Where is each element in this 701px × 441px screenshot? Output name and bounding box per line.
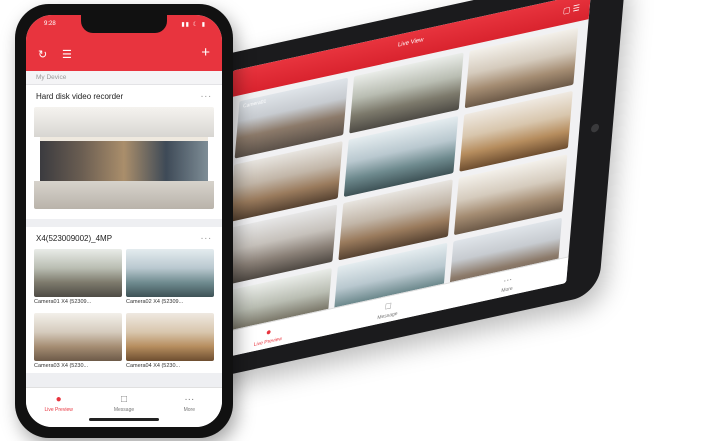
camera-preview xyxy=(126,313,214,361)
more-options-icon[interactable]: ... xyxy=(201,89,212,100)
tile-label: Camera01 xyxy=(242,98,267,110)
camera-thumbnail[interactable]: Camera04 X4 (5230... xyxy=(126,313,214,373)
tablet-device: Live View ▢ ☰ Camera01 ● Live Preview □ … xyxy=(168,0,701,438)
camera-caption: Camera04 X4 (5230... xyxy=(126,363,181,369)
camera-icon: ● xyxy=(55,394,62,405)
device-snapshot[interactable] xyxy=(34,107,214,209)
phone-device: 9:28 ▮▮ ☾ ▮ ↻ ☰ + My Device Hard disk vi… xyxy=(15,4,233,438)
tab-label: Message xyxy=(113,407,135,413)
snapshot-floor xyxy=(34,181,214,209)
camera-preview xyxy=(34,313,122,361)
message-icon: □ xyxy=(120,394,128,405)
tablet-camera-dot xyxy=(590,123,600,134)
tab-more[interactable]: ··· More xyxy=(157,388,222,427)
history-icon[interactable]: ↻ xyxy=(38,48,47,61)
device-card[interactable]: X4(523009002)_4MP ... Camera01 X4 (52309… xyxy=(26,227,222,373)
tablet-tab-label: More xyxy=(501,285,513,295)
list-icon[interactable]: ☰ xyxy=(62,48,72,61)
camera-preview xyxy=(126,249,214,297)
camera-thumbnail[interactable]: Camera02 X4 (52309... xyxy=(126,249,214,309)
card-spacer xyxy=(26,219,222,227)
section-label: My Device xyxy=(26,71,222,85)
phone-notch xyxy=(81,15,167,33)
snapshot-storefront xyxy=(40,137,208,183)
tab-live-preview[interactable]: ● Live Preview xyxy=(26,388,91,427)
status-icons: ▮▮ ☾ ▮ xyxy=(181,22,206,28)
device-name: Hard disk video recorder xyxy=(36,92,124,101)
camera-preview xyxy=(34,249,122,297)
more-icon: ··· xyxy=(184,394,195,405)
camera-caption: Camera02 X4 (52309... xyxy=(126,299,184,305)
tablet-header-icons[interactable]: ▢ ☰ xyxy=(563,3,581,16)
tablet-screen: Live View ▢ ☰ Camera01 ● Live Preview □ … xyxy=(207,0,591,362)
camera-caption: Camera03 X4 (5230... xyxy=(34,363,89,369)
phone-tabbar: ● Live Preview □ Message ··· More xyxy=(26,387,222,427)
phone-screen: 9:28 ▮▮ ☾ ▮ ↻ ☰ + My Device Hard disk vi… xyxy=(26,15,222,427)
snapshot-ceiling xyxy=(34,107,214,137)
device-name: X4(523009002)_4MP xyxy=(36,234,113,243)
camera-caption: Camera01 X4 (52309... xyxy=(34,299,92,305)
status-time: 9:28 xyxy=(44,21,56,27)
device-header: X4(523009002)_4MP ... xyxy=(26,227,222,249)
tab-message[interactable]: □ Message xyxy=(91,388,156,427)
camera-thumbnail[interactable]: Camera01 X4 (52309... xyxy=(34,249,122,309)
device-header: Hard disk video recorder ... xyxy=(26,85,222,107)
camera-grid: Camera01 X4 (52309... Camera02 X4 (52309… xyxy=(26,249,222,373)
device-card[interactable]: Hard disk video recorder ... xyxy=(26,85,222,219)
tablet-body: Live View ▢ ☰ Camera01 ● Live Preview □ … xyxy=(180,0,627,386)
camera-thumbnail[interactable]: Camera03 X4 (5230... xyxy=(34,313,122,373)
home-indicator xyxy=(89,418,159,421)
more-options-icon[interactable]: ... xyxy=(201,231,212,242)
tab-label: More xyxy=(183,407,196,413)
add-device-icon[interactable]: + xyxy=(201,44,210,61)
product-showcase: Live View ▢ ☰ Camera01 ● Live Preview □ … xyxy=(0,0,701,441)
tab-label: Live Preview xyxy=(44,407,73,413)
